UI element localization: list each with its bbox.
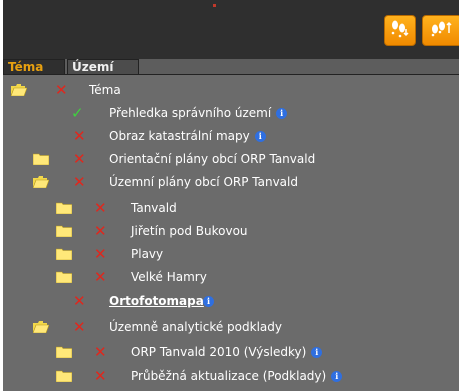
- tree-row-plavy[interactable]: ✕ Plavy: [3, 243, 459, 266]
- tree-label: Jiřetín pod Bukovou: [131, 224, 248, 238]
- collapse-all-button[interactable]: [384, 15, 416, 46]
- folder-icon: [32, 153, 50, 166]
- tree-row-orp-tanvald-2010[interactable]: ✕ ORP Tanvald 2010 (Výsledky) i: [3, 341, 459, 364]
- tree-label: Tanvald: [131, 201, 177, 215]
- footprints-up-icon: [429, 19, 455, 43]
- cross-icon[interactable]: ✕: [94, 223, 108, 239]
- tree-row-orientacni[interactable]: ✕ Orientační plány obcí ORP Tanvald: [3, 148, 459, 171]
- cross-icon[interactable]: ✕: [73, 319, 87, 335]
- top-toolbar: [3, 0, 459, 60]
- tree-row-obraz[interactable]: ✕ Obraz katastrální mapy i: [3, 125, 459, 148]
- cross-icon[interactable]: ✕: [73, 293, 87, 309]
- tree-label: ORP Tanvald 2010 (Výsledky): [131, 345, 307, 359]
- folder-icon: [55, 346, 73, 359]
- tree-row-tanvald[interactable]: ✕ Tanvald: [3, 197, 459, 220]
- tree-label: Téma: [89, 83, 121, 97]
- tree-label: Orientační plány obcí ORP Tanvald: [109, 152, 316, 166]
- tree-row-uzemni-plany[interactable]: ✕ Územní plány obcí ORP Tanvald: [3, 171, 459, 194]
- cross-icon[interactable]: ✕: [73, 151, 87, 167]
- tree-row-tema[interactable]: ✕ Téma: [3, 79, 459, 102]
- tab-bar: Téma Území: [3, 59, 459, 75]
- info-icon[interactable]: i: [331, 371, 343, 382]
- folder-icon: [55, 202, 73, 215]
- tree-row-prehledka[interactable]: ✓ Přehledka správního území i: [3, 102, 459, 125]
- tree-row-jiretin[interactable]: ✕ Jiřetín pod Bukovou: [3, 220, 459, 243]
- folder-icon: [55, 225, 73, 238]
- footprints-down-icon: [389, 19, 411, 43]
- tree-row-uzemne-analyticke[interactable]: ✕ Územně analytické podklady: [3, 316, 459, 339]
- tree-label: Velké Hamry: [131, 270, 207, 284]
- cross-icon[interactable]: ✕: [94, 368, 108, 384]
- tree-label: Průběžná aktualizace (Podklady): [131, 369, 327, 383]
- red-marker: [213, 4, 216, 7]
- tree-label: Obraz katastrální mapy: [109, 129, 250, 143]
- checkmark-icon[interactable]: ✓: [71, 105, 85, 121]
- expand-all-button[interactable]: [422, 15, 459, 46]
- info-icon[interactable]: i: [254, 131, 266, 142]
- cross-icon[interactable]: ✕: [94, 246, 108, 262]
- cross-icon[interactable]: ✕: [73, 128, 87, 144]
- info-icon[interactable]: i: [203, 296, 214, 307]
- folder-open-icon: [32, 321, 50, 334]
- tab-uzemi[interactable]: Území: [67, 59, 139, 74]
- cross-icon[interactable]: ✕: [55, 82, 69, 98]
- tree-label: Ortofotomapa: [109, 294, 204, 308]
- folder-icon: [55, 271, 73, 284]
- cross-icon[interactable]: ✕: [94, 344, 108, 360]
- info-icon[interactable]: i: [311, 347, 323, 358]
- tab-tema[interactable]: Téma: [3, 59, 65, 74]
- cross-icon[interactable]: ✕: [73, 174, 87, 190]
- tree-label: Plavy: [131, 247, 164, 261]
- tree-label: Přehledka správního území: [109, 106, 272, 120]
- tree-row-ortofotomapa[interactable]: ✕ Ortofotomapa i: [3, 290, 459, 313]
- tree-row-prubezna[interactable]: ✕ Průběžná aktualizace (Podklady) i: [3, 365, 459, 388]
- info-icon[interactable]: i: [276, 108, 288, 119]
- cross-icon[interactable]: ✕: [94, 200, 108, 216]
- tree-row-velke-hamry[interactable]: ✕ Velké Hamry: [3, 266, 459, 289]
- folder-open-icon: [32, 176, 50, 189]
- cross-icon[interactable]: ✕: [94, 269, 108, 285]
- tree-label: Územně analytické podklady: [109, 320, 282, 334]
- folder-icon: [55, 248, 73, 261]
- folder-icon: [55, 370, 73, 383]
- tree-label: Územní plány obcí ORP Tanvald: [109, 175, 298, 189]
- layer-panel: Téma Území ✕ Téma ✓ Přehledka správního …: [3, 0, 459, 391]
- folder-open-icon: [10, 84, 28, 97]
